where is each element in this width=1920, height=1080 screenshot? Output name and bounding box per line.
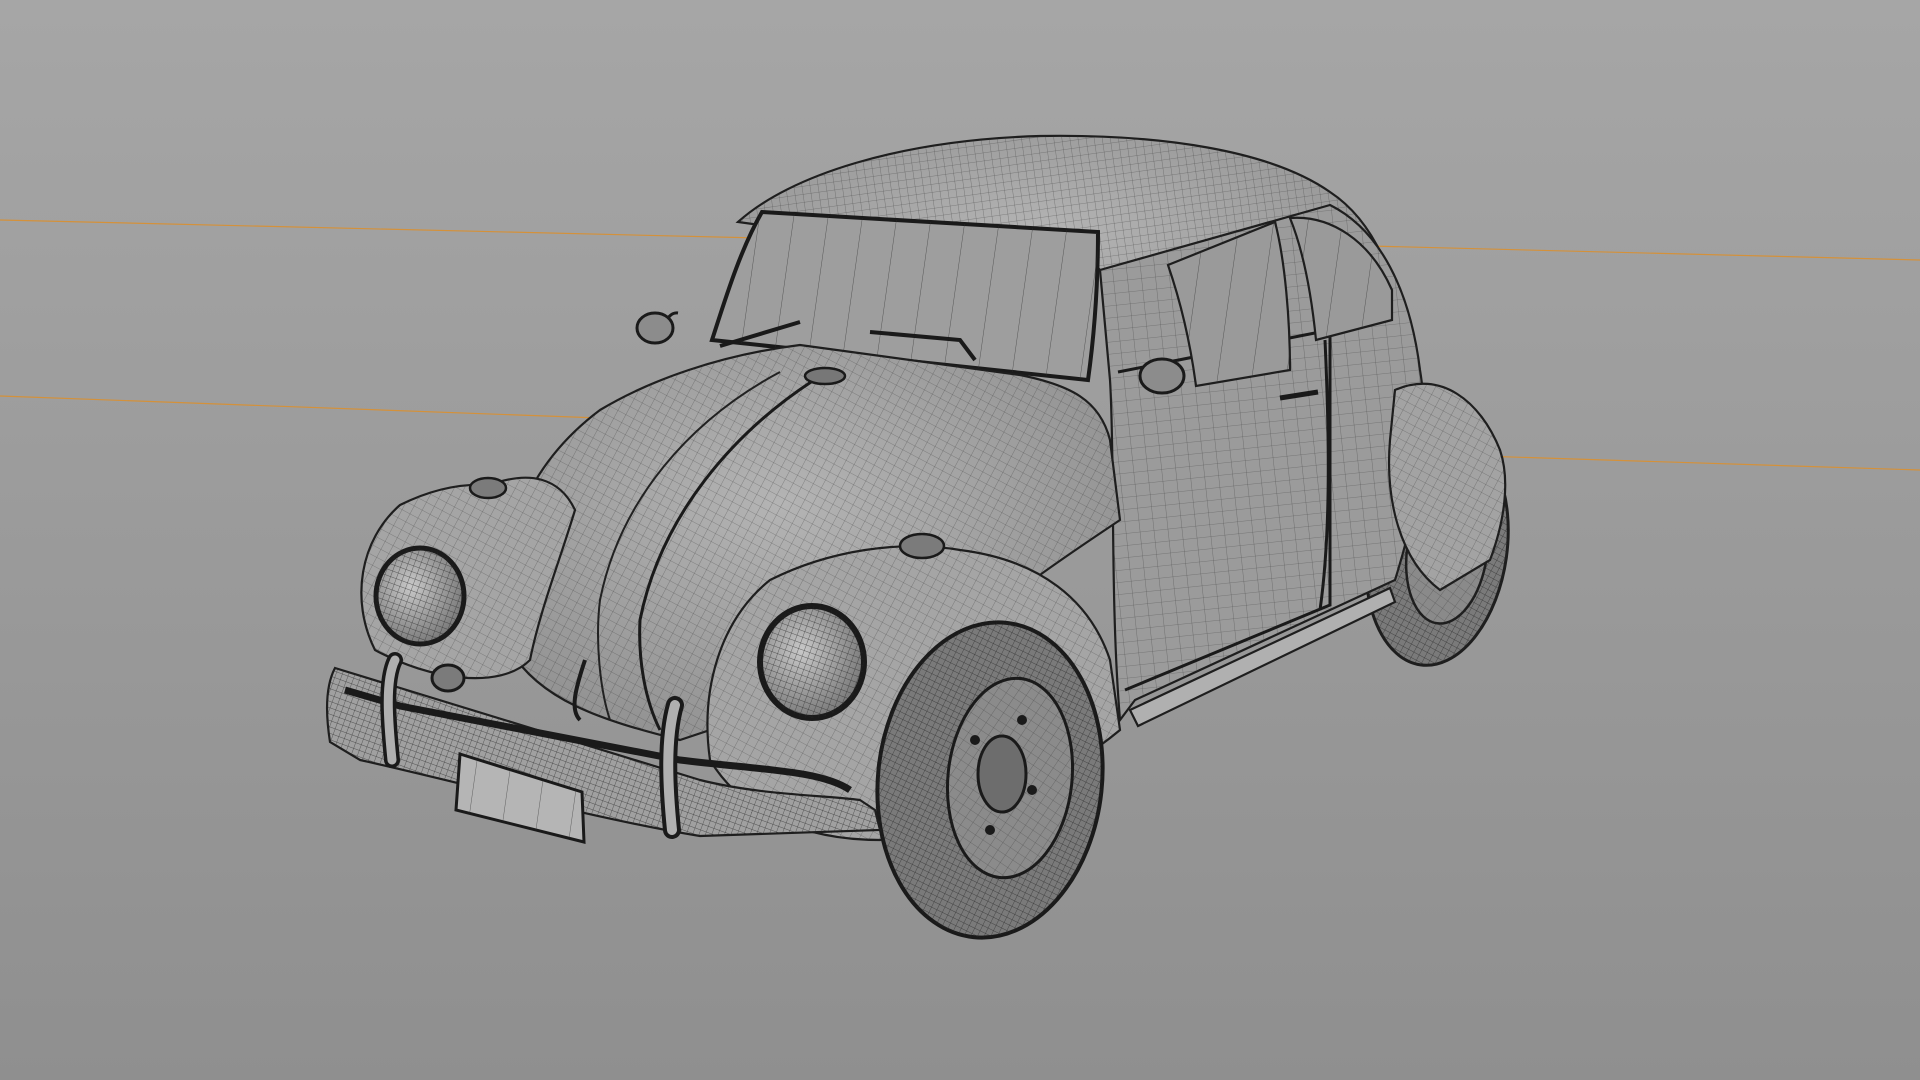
right-headlamp — [757, 603, 867, 721]
car-wireframe-model[interactable] — [325, 134, 1523, 949]
viewport-canvas[interactable] — [0, 0, 1920, 1080]
3d-viewport[interactable] — [0, 0, 1920, 1080]
